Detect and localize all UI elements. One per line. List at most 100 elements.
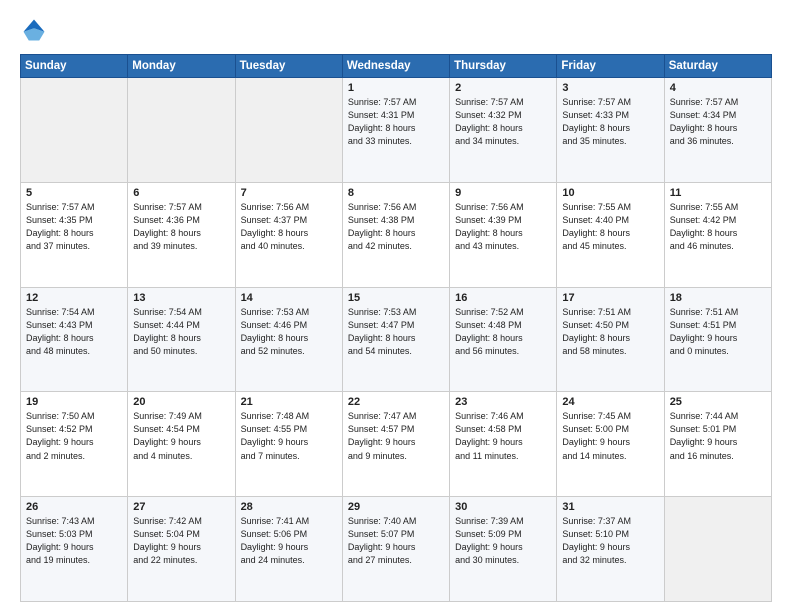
calendar-cell: 11Sunrise: 7:55 AM Sunset: 4:42 PM Dayli…	[664, 182, 771, 287]
day-number: 3	[562, 82, 658, 94]
week-row-0: 1 Sunrise: 7:57 AM Sunset: 4:31 PM Daylig…	[21, 78, 772, 183]
day-info: Sunrise: 7:57 AM Sunset: 4:34 PM Dayligh…	[670, 96, 766, 148]
calendar-cell: 2 Sunrise: 7:57 AM Sunset: 4:32 PM Daylig…	[450, 78, 557, 183]
day-number: 18	[670, 292, 766, 304]
day-info: Sunrise: 7:57 AM Sunset: 4:33 PM Dayligh…	[562, 96, 658, 148]
day-info: Sunrise: 7:55 AM Sunset: 4:42 PM Dayligh…	[670, 201, 766, 253]
logo	[20, 16, 52, 44]
week-row-3: 19 Sunrise: 7:50 AM Sunset: 4:52 PM Dayli…	[21, 392, 772, 497]
day-number: 17	[562, 292, 658, 304]
calendar-cell: 1 Sunrise: 7:57 AM Sunset: 4:31 PM Daylig…	[342, 78, 449, 183]
calendar-cell: 10 Sunrise: 7:55 AM Sunset: 4:40 PM Dayli…	[557, 182, 664, 287]
day-info: Sunrise: 7:57 AM Sunset: 4:32 PM Dayligh…	[455, 96, 551, 148]
day-number: 9	[455, 187, 551, 199]
calendar-cell: 19 Sunrise: 7:50 AM Sunset: 4:52 PM Dayli…	[21, 392, 128, 497]
day-number: 2	[455, 82, 551, 94]
calendar-cell: 27 Sunrise: 7:42 AM Sunset: 5:04 PM Dayli…	[128, 497, 235, 602]
day-info: Sunrise: 7:57 AM Sunset: 4:36 PM Dayligh…	[133, 201, 229, 253]
calendar-cell: 29Sunrise: 7:40 AM Sunset: 5:07 PM Dayli…	[342, 497, 449, 602]
header	[20, 16, 772, 44]
calendar-cell: 20 Sunrise: 7:49 AM Sunset: 4:54 PM Dayli…	[128, 392, 235, 497]
day-number: 12	[26, 292, 122, 304]
calendar-cell: 14 Sunrise: 7:53 AM Sunset: 4:46 PM Dayli…	[235, 287, 342, 392]
day-number: 27	[133, 501, 229, 513]
day-number: 28	[241, 501, 337, 513]
calendar-cell: 21Sunrise: 7:48 AM Sunset: 4:55 PM Dayli…	[235, 392, 342, 497]
day-info: Sunrise: 7:55 AM Sunset: 4:40 PM Dayligh…	[562, 201, 658, 253]
calendar-cell: 24 Sunrise: 7:45 AM Sunset: 5:00 PM Dayli…	[557, 392, 664, 497]
calendar-cell: 16 Sunrise: 7:52 AM Sunset: 4:48 PM Dayli…	[450, 287, 557, 392]
calendar-cell: 31Sunrise: 7:37 AM Sunset: 5:10 PM Dayli…	[557, 497, 664, 602]
day-info: Sunrise: 7:48 AM Sunset: 4:55 PM Dayligh…	[241, 410, 337, 462]
calendar-cell: 15Sunrise: 7:53 AM Sunset: 4:47 PM Dayli…	[342, 287, 449, 392]
day-header-friday: Friday	[557, 55, 664, 78]
calendar-cell: 12 Sunrise: 7:54 AM Sunset: 4:43 PM Dayli…	[21, 287, 128, 392]
day-number: 1	[348, 82, 444, 94]
calendar-cell: 26 Sunrise: 7:43 AM Sunset: 5:03 PM Dayli…	[21, 497, 128, 602]
day-number: 5	[26, 187, 122, 199]
calendar-cell: 25 Sunrise: 7:44 AM Sunset: 5:01 PM Dayli…	[664, 392, 771, 497]
calendar-header: SundayMondayTuesdayWednesdayThursdayFrid…	[21, 55, 772, 78]
day-number: 14	[241, 292, 337, 304]
day-header-tuesday: Tuesday	[235, 55, 342, 78]
day-info: Sunrise: 7:44 AM Sunset: 5:01 PM Dayligh…	[670, 410, 766, 462]
calendar-cell: 18 Sunrise: 7:51 AM Sunset: 4:51 PM Dayli…	[664, 287, 771, 392]
day-info: Sunrise: 7:57 AM Sunset: 4:31 PM Dayligh…	[348, 96, 444, 148]
day-number: 8	[348, 187, 444, 199]
day-header-thursday: Thursday	[450, 55, 557, 78]
calendar-cell: 7 Sunrise: 7:56 AM Sunset: 4:37 PM Daylig…	[235, 182, 342, 287]
day-info: Sunrise: 7:56 AM Sunset: 4:39 PM Dayligh…	[455, 201, 551, 253]
calendar-cell: 30Sunrise: 7:39 AM Sunset: 5:09 PM Dayli…	[450, 497, 557, 602]
day-info: Sunrise: 7:51 AM Sunset: 4:51 PM Dayligh…	[670, 306, 766, 358]
calendar-cell: 22 Sunrise: 7:47 AM Sunset: 4:57 PM Dayli…	[342, 392, 449, 497]
day-number: 16	[455, 292, 551, 304]
day-info: Sunrise: 7:54 AM Sunset: 4:44 PM Dayligh…	[133, 306, 229, 358]
calendar-cell: 28 Sunrise: 7:41 AM Sunset: 5:06 PM Dayli…	[235, 497, 342, 602]
calendar-cell	[21, 78, 128, 183]
day-number: 7	[241, 187, 337, 199]
calendar-cell: 3 Sunrise: 7:57 AM Sunset: 4:33 PM Daylig…	[557, 78, 664, 183]
day-number: 26	[26, 501, 122, 513]
day-number: 25	[670, 396, 766, 408]
day-number: 24	[562, 396, 658, 408]
day-number: 20	[133, 396, 229, 408]
day-info: Sunrise: 7:52 AM Sunset: 4:48 PM Dayligh…	[455, 306, 551, 358]
week-row-4: 26 Sunrise: 7:43 AM Sunset: 5:03 PM Dayli…	[21, 497, 772, 602]
day-info: Sunrise: 7:56 AM Sunset: 4:37 PM Dayligh…	[241, 201, 337, 253]
day-info: Sunrise: 7:53 AM Sunset: 4:47 PM Dayligh…	[348, 306, 444, 358]
days-of-week-row: SundayMondayTuesdayWednesdayThursdayFrid…	[21, 55, 772, 78]
day-number: 4	[670, 82, 766, 94]
day-header-wednesday: Wednesday	[342, 55, 449, 78]
week-row-1: 5Sunrise: 7:57 AM Sunset: 4:35 PM Daylig…	[21, 182, 772, 287]
day-info: Sunrise: 7:47 AM Sunset: 4:57 PM Dayligh…	[348, 410, 444, 462]
day-info: Sunrise: 7:51 AM Sunset: 4:50 PM Dayligh…	[562, 306, 658, 358]
calendar-cell: 9 Sunrise: 7:56 AM Sunset: 4:39 PM Daylig…	[450, 182, 557, 287]
day-info: Sunrise: 7:42 AM Sunset: 5:04 PM Dayligh…	[133, 515, 229, 567]
day-number: 23	[455, 396, 551, 408]
day-info: Sunrise: 7:45 AM Sunset: 5:00 PM Dayligh…	[562, 410, 658, 462]
calendar-cell: 23 Sunrise: 7:46 AM Sunset: 4:58 PM Dayli…	[450, 392, 557, 497]
calendar-cell: 6Sunrise: 7:57 AM Sunset: 4:36 PM Daylig…	[128, 182, 235, 287]
day-info: Sunrise: 7:49 AM Sunset: 4:54 PM Dayligh…	[133, 410, 229, 462]
calendar-cell: 13Sunrise: 7:54 AM Sunset: 4:44 PM Dayli…	[128, 287, 235, 392]
calendar-cell	[235, 78, 342, 183]
day-info: Sunrise: 7:53 AM Sunset: 4:46 PM Dayligh…	[241, 306, 337, 358]
logo-icon	[20, 16, 48, 44]
calendar-table: SundayMondayTuesdayWednesdayThursdayFrid…	[20, 54, 772, 602]
day-info: Sunrise: 7:54 AM Sunset: 4:43 PM Dayligh…	[26, 306, 122, 358]
day-info: Sunrise: 7:50 AM Sunset: 4:52 PM Dayligh…	[26, 410, 122, 462]
day-header-saturday: Saturday	[664, 55, 771, 78]
calendar-cell: 17 Sunrise: 7:51 AM Sunset: 4:50 PM Dayli…	[557, 287, 664, 392]
calendar-body: 1 Sunrise: 7:57 AM Sunset: 4:31 PM Daylig…	[21, 78, 772, 602]
day-info: Sunrise: 7:43 AM Sunset: 5:03 PM Dayligh…	[26, 515, 122, 567]
day-number: 19	[26, 396, 122, 408]
day-info: Sunrise: 7:46 AM Sunset: 4:58 PM Dayligh…	[455, 410, 551, 462]
calendar-cell: 8Sunrise: 7:56 AM Sunset: 4:38 PM Daylig…	[342, 182, 449, 287]
day-number: 22	[348, 396, 444, 408]
day-number: 31	[562, 501, 658, 513]
calendar-cell	[664, 497, 771, 602]
day-info: Sunrise: 7:39 AM Sunset: 5:09 PM Dayligh…	[455, 515, 551, 567]
calendar-cell: 5Sunrise: 7:57 AM Sunset: 4:35 PM Daylig…	[21, 182, 128, 287]
day-info: Sunrise: 7:41 AM Sunset: 5:06 PM Dayligh…	[241, 515, 337, 567]
day-number: 10	[562, 187, 658, 199]
